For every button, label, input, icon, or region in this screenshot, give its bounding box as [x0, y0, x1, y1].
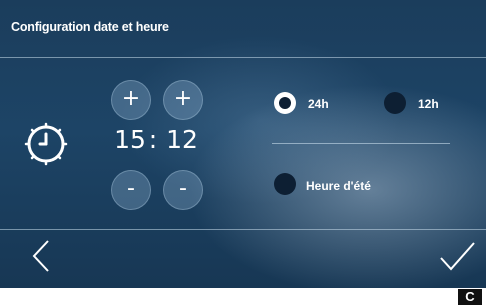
chevron-left-icon[interactable]: [28, 238, 54, 274]
page-title: Configuration date et heure: [11, 20, 169, 34]
checkmark-icon[interactable]: [437, 240, 477, 272]
format-24h-radio[interactable]: [274, 92, 296, 114]
footer-divider: [0, 229, 486, 230]
figure-label-badge: C: [458, 289, 482, 305]
hour-value: 15: [114, 125, 146, 154]
dst-label: Heure d'été: [306, 179, 371, 193]
header-divider: [0, 57, 486, 58]
hour-increment-button[interactable]: +: [111, 80, 151, 120]
clock-icon: [24, 122, 68, 166]
dst-toggle[interactable]: [274, 173, 296, 195]
title-bar: Configuration date et heure: [0, 0, 486, 56]
format-12h-radio[interactable]: [384, 92, 406, 114]
format-24h-label: 24h: [308, 97, 329, 111]
time-separator: :: [148, 125, 158, 154]
format-12h-label: 12h: [418, 97, 439, 111]
settings-screen: Configuration date et heure + + 15 : 12 …: [0, 0, 486, 288]
minute-decrement-button[interactable]: -: [163, 170, 203, 210]
minute-increment-button[interactable]: +: [163, 80, 203, 120]
options-divider: [272, 143, 450, 144]
hour-decrement-button[interactable]: -: [111, 170, 151, 210]
minute-value: 12: [166, 125, 198, 154]
